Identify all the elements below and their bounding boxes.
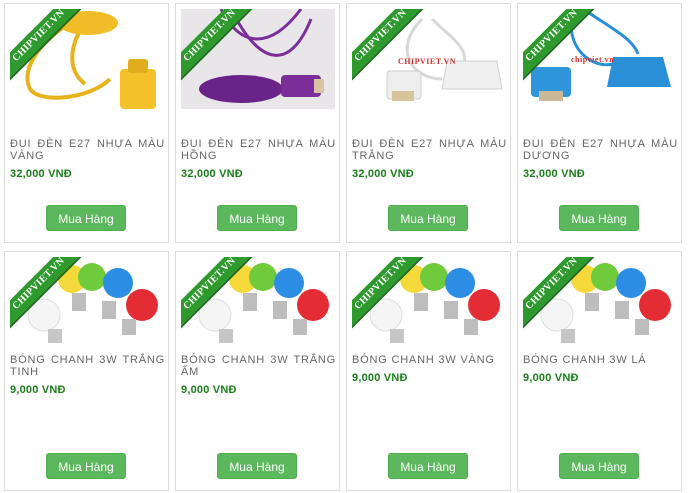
product-price: 9,000 VNĐ (181, 384, 237, 396)
purple-lamp-holder-icon (181, 9, 335, 109)
buy-button[interactable]: Mua Hàng (46, 453, 126, 479)
product-image[interactable]: CHIPVIET.VN (352, 257, 506, 357)
buy-button[interactable]: Mua Hàng (559, 453, 639, 479)
product-price: 32,000 VNĐ (352, 168, 414, 180)
color-bulbs-icon (369, 263, 500, 343)
product-image[interactable]: CHIPVIET.VN (10, 257, 164, 357)
product-image[interactable]: CHIPVIET.VN (181, 257, 335, 357)
buy-button[interactable]: Mua Hàng (388, 205, 468, 231)
watermark: CHIPVIET.VN (398, 57, 457, 66)
product-name[interactable]: BÓNG CHANH 3W VÀNG (352, 354, 507, 366)
yellow-lamp-holder-icon (25, 11, 156, 109)
product-card[interactable]: CHIPVIET.VN BÓNG CHANH 3W VÀNG 9,000 VNĐ… (346, 251, 511, 491)
product-image[interactable]: CHIPVIET.VN chipviet.vn (523, 9, 677, 109)
product-price: 9,000 VNĐ (352, 372, 408, 384)
product-image[interactable]: CHIPVIET.VN (523, 257, 677, 357)
color-bulbs-icon (540, 263, 671, 343)
product-name[interactable]: ĐUI ĐÈN E27 NHỰA MÀU TRẮNG (352, 138, 507, 162)
buy-button[interactable]: Mua Hàng (46, 205, 126, 231)
watermark: chipviet.vn (571, 55, 615, 64)
product-price: 9,000 VNĐ (523, 372, 579, 384)
buy-button[interactable]: Mua Hàng (388, 453, 468, 479)
product-image[interactable]: CHIPVIET.VN CHIPVIET.VN (352, 9, 506, 109)
product-card[interactable]: CHIPVIET.VN ĐUI ĐÈN E27 NHỰA MÀU VÀNG 32… (4, 3, 169, 243)
product-price: 32,000 VNĐ (523, 168, 585, 180)
product-name[interactable]: ĐUI ĐÈN E27 NHỰA MÀU VÀNG (10, 138, 165, 162)
product-card[interactable]: CHIPVIET.VN ĐUI ĐÈN E27 NHỰA MÀU HỒNG 32… (175, 3, 340, 243)
product-card[interactable]: CHIPVIET.VN CHIPVIET.VN ĐUI ĐÈN E27 NHỰA… (346, 3, 511, 243)
product-card[interactable]: CHIPVIET.VN BÓNG CHANH 3W LÁ 9,000 VNĐ M… (517, 251, 682, 491)
product-card[interactable]: CHIPVIET.VN BÓNG CHANH 3W TRẮNG ẤM 9,000… (175, 251, 340, 491)
color-bulbs-icon (27, 263, 158, 343)
product-card[interactable]: CHIPVIET.VN BÓNG CHANH 3W TRẮNG TINH 9,0… (4, 251, 169, 491)
product-name[interactable]: BÓNG CHANH 3W TRẮNG ẤM (181, 354, 336, 378)
product-price: 32,000 VNĐ (181, 168, 243, 180)
product-name[interactable]: BÓNG CHANH 3W TRẮNG TINH (10, 354, 165, 378)
buy-button[interactable]: Mua Hàng (217, 453, 297, 479)
color-bulbs-icon (198, 263, 329, 343)
product-name[interactable]: BÓNG CHANH 3W LÁ (523, 354, 678, 366)
product-name[interactable]: ĐUI ĐÈN E27 NHỰA MÀU DƯƠNG (523, 138, 678, 162)
product-image[interactable]: CHIPVIET.VN (10, 9, 164, 109)
product-card[interactable]: CHIPVIET.VN chipviet.vn ĐUI ĐÈN E27 NHỰA… (517, 3, 682, 243)
product-price: 9,000 VNĐ (10, 384, 66, 396)
buy-button[interactable]: Mua Hàng (217, 205, 297, 231)
product-name[interactable]: ĐUI ĐÈN E27 NHỰA MÀU HỒNG (181, 138, 336, 162)
buy-button[interactable]: Mua Hàng (559, 205, 639, 231)
product-image[interactable]: CHIPVIET.VN (181, 9, 335, 109)
product-price: 32,000 VNĐ (10, 168, 72, 180)
